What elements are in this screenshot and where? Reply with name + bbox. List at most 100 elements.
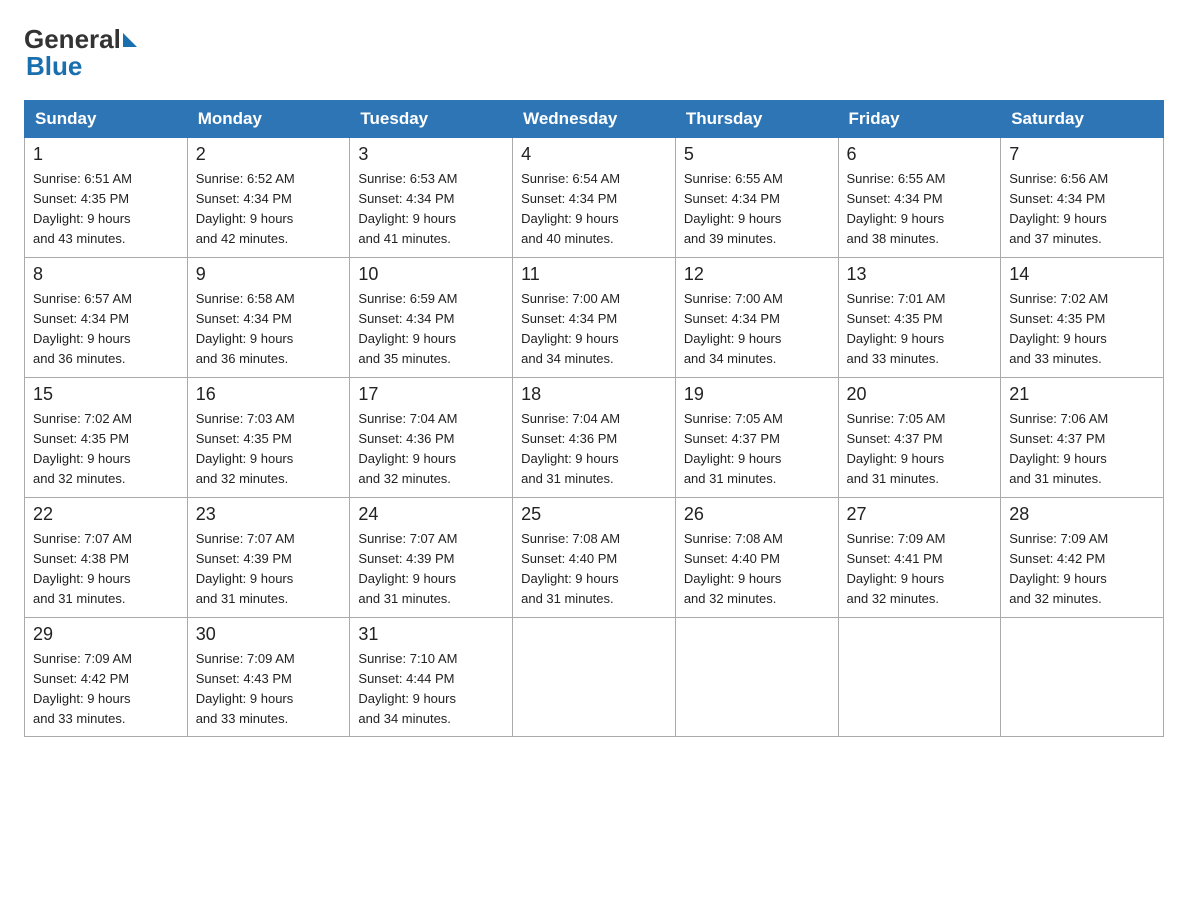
day-info: Sunrise: 7:04 AMSunset: 4:36 PMDaylight:…: [358, 409, 504, 490]
weekday-header-sunday: Sunday: [25, 101, 188, 138]
calendar-cell: 7Sunrise: 6:56 AMSunset: 4:34 PMDaylight…: [1001, 138, 1164, 258]
calendar-cell: [675, 618, 838, 737]
weekday-header-tuesday: Tuesday: [350, 101, 513, 138]
day-number: 25: [521, 504, 667, 525]
day-info: Sunrise: 7:06 AMSunset: 4:37 PMDaylight:…: [1009, 409, 1155, 490]
day-number: 12: [684, 264, 830, 285]
calendar-cell: 9Sunrise: 6:58 AMSunset: 4:34 PMDaylight…: [187, 258, 350, 378]
weekday-header-thursday: Thursday: [675, 101, 838, 138]
calendar-cell: 1 Sunrise: 6:51 AMSunset: 4:35 PMDaylight…: [25, 138, 188, 258]
calendar-cell: 2 Sunrise: 6:52 AMSunset: 4:34 PMDaylight…: [187, 138, 350, 258]
weekday-header-row: SundayMondayTuesdayWednesdayThursdayFrid…: [25, 101, 1164, 138]
calendar-cell: 10Sunrise: 6:59 AMSunset: 4:34 PMDayligh…: [350, 258, 513, 378]
calendar-cell: 11 Sunrise: 7:00 AMSunset: 4:34 PMDayligh…: [513, 258, 676, 378]
day-info: Sunrise: 7:05 AMSunset: 4:37 PMDaylight:…: [684, 409, 830, 490]
day-info: Sunrise: 6:52 AMSunset: 4:34 PMDaylight:…: [196, 169, 342, 250]
weekday-header-saturday: Saturday: [1001, 101, 1164, 138]
day-number: 3: [358, 144, 504, 165]
calendar-cell: 13 Sunrise: 7:01 AMSunset: 4:35 PMDayligh…: [838, 258, 1001, 378]
day-info: Sunrise: 7:07 AMSunset: 4:38 PMDaylight:…: [33, 529, 179, 610]
day-number: 11: [521, 264, 667, 285]
day-info: Sunrise: 7:07 AMSunset: 4:39 PMDaylight:…: [358, 529, 504, 610]
day-info: Sunrise: 7:01 AMSunset: 4:35 PMDaylight:…: [847, 289, 993, 370]
day-number: 1: [33, 144, 179, 165]
logo-triangle-icon: [123, 33, 137, 47]
day-info: Sunrise: 7:05 AMSunset: 4:37 PMDaylight:…: [847, 409, 993, 490]
day-info: Sunrise: 6:51 AMSunset: 4:35 PMDaylight:…: [33, 169, 179, 250]
calendar-cell: 25 Sunrise: 7:08 AMSunset: 4:40 PMDayligh…: [513, 498, 676, 618]
calendar-cell: 5Sunrise: 6:55 AMSunset: 4:34 PMDaylight…: [675, 138, 838, 258]
day-info: Sunrise: 6:58 AMSunset: 4:34 PMDaylight:…: [196, 289, 342, 370]
day-info: Sunrise: 7:03 AMSunset: 4:35 PMDaylight:…: [196, 409, 342, 490]
day-number: 17: [358, 384, 504, 405]
day-info: Sunrise: 7:04 AMSunset: 4:36 PMDaylight:…: [521, 409, 667, 490]
day-number: 15: [33, 384, 179, 405]
day-number: 4: [521, 144, 667, 165]
weekday-header-monday: Monday: [187, 101, 350, 138]
day-info: Sunrise: 6:57 AMSunset: 4:34 PMDaylight:…: [33, 289, 179, 370]
calendar-cell: 12 Sunrise: 7:00 AMSunset: 4:34 PMDayligh…: [675, 258, 838, 378]
day-number: 18: [521, 384, 667, 405]
day-number: 13: [847, 264, 993, 285]
day-number: 21: [1009, 384, 1155, 405]
day-info: Sunrise: 7:09 AMSunset: 4:41 PMDaylight:…: [847, 529, 993, 610]
day-number: 2: [196, 144, 342, 165]
calendar-cell: 17 Sunrise: 7:04 AMSunset: 4:36 PMDayligh…: [350, 378, 513, 498]
calendar-cell: [838, 618, 1001, 737]
calendar-cell: 21 Sunrise: 7:06 AMSunset: 4:37 PMDayligh…: [1001, 378, 1164, 498]
day-info: Sunrise: 7:09 AMSunset: 4:42 PMDaylight:…: [33, 649, 179, 730]
day-number: 6: [847, 144, 993, 165]
day-number: 27: [847, 504, 993, 525]
weekday-header-friday: Friday: [838, 101, 1001, 138]
calendar-cell: 14Sunrise: 7:02 AMSunset: 4:35 PMDayligh…: [1001, 258, 1164, 378]
day-number: 20: [847, 384, 993, 405]
calendar-cell: 4 Sunrise: 6:54 AMSunset: 4:34 PMDaylight…: [513, 138, 676, 258]
calendar-week-row: 8 Sunrise: 6:57 AMSunset: 4:34 PMDaylight…: [25, 258, 1164, 378]
day-number: 23: [196, 504, 342, 525]
day-number: 8: [33, 264, 179, 285]
day-info: Sunrise: 7:00 AMSunset: 4:34 PMDaylight:…: [521, 289, 667, 370]
calendar-table: SundayMondayTuesdayWednesdayThursdayFrid…: [24, 100, 1164, 737]
calendar-body: 1 Sunrise: 6:51 AMSunset: 4:35 PMDaylight…: [25, 138, 1164, 737]
calendar-cell: 27 Sunrise: 7:09 AMSunset: 4:41 PMDayligh…: [838, 498, 1001, 618]
day-info: Sunrise: 7:08 AMSunset: 4:40 PMDaylight:…: [521, 529, 667, 610]
day-number: 22: [33, 504, 179, 525]
day-number: 26: [684, 504, 830, 525]
day-info: Sunrise: 6:55 AMSunset: 4:34 PMDaylight:…: [684, 169, 830, 250]
calendar-cell: 20 Sunrise: 7:05 AMSunset: 4:37 PMDayligh…: [838, 378, 1001, 498]
logo: General Blue: [24, 24, 139, 82]
calendar-cell: 6 Sunrise: 6:55 AMSunset: 4:34 PMDaylight…: [838, 138, 1001, 258]
day-info: Sunrise: 7:02 AMSunset: 4:35 PMDaylight:…: [33, 409, 179, 490]
day-number: 31: [358, 624, 504, 645]
calendar-cell: [513, 618, 676, 737]
day-number: 19: [684, 384, 830, 405]
day-number: 14: [1009, 264, 1155, 285]
day-number: 29: [33, 624, 179, 645]
calendar-week-row: 1 Sunrise: 6:51 AMSunset: 4:35 PMDaylight…: [25, 138, 1164, 258]
day-info: Sunrise: 7:00 AMSunset: 4:34 PMDaylight:…: [684, 289, 830, 370]
calendar-week-row: 29 Sunrise: 7:09 AMSunset: 4:42 PMDayligh…: [25, 618, 1164, 737]
day-number: 30: [196, 624, 342, 645]
day-number: 16: [196, 384, 342, 405]
day-info: Sunrise: 6:53 AMSunset: 4:34 PMDaylight:…: [358, 169, 504, 250]
day-number: 24: [358, 504, 504, 525]
day-info: Sunrise: 7:09 AMSunset: 4:42 PMDaylight:…: [1009, 529, 1155, 610]
day-info: Sunrise: 7:08 AMSunset: 4:40 PMDaylight:…: [684, 529, 830, 610]
calendar-cell: 26 Sunrise: 7:08 AMSunset: 4:40 PMDayligh…: [675, 498, 838, 618]
day-number: 7: [1009, 144, 1155, 165]
day-info: Sunrise: 6:55 AMSunset: 4:34 PMDaylight:…: [847, 169, 993, 250]
day-info: Sunrise: 7:07 AMSunset: 4:39 PMDaylight:…: [196, 529, 342, 610]
calendar-cell: 3 Sunrise: 6:53 AMSunset: 4:34 PMDaylight…: [350, 138, 513, 258]
day-info: Sunrise: 7:09 AMSunset: 4:43 PMDaylight:…: [196, 649, 342, 730]
calendar-cell: 30 Sunrise: 7:09 AMSunset: 4:43 PMDayligh…: [187, 618, 350, 737]
calendar-cell: 31Sunrise: 7:10 AMSunset: 4:44 PMDayligh…: [350, 618, 513, 737]
calendar-cell: 23 Sunrise: 7:07 AMSunset: 4:39 PMDayligh…: [187, 498, 350, 618]
weekday-header-wednesday: Wednesday: [513, 101, 676, 138]
logo-blue-text: Blue: [26, 51, 82, 82]
calendar-cell: 15 Sunrise: 7:02 AMSunset: 4:35 PMDayligh…: [25, 378, 188, 498]
calendar-cell: 16 Sunrise: 7:03 AMSunset: 4:35 PMDayligh…: [187, 378, 350, 498]
calendar-week-row: 15 Sunrise: 7:02 AMSunset: 4:35 PMDayligh…: [25, 378, 1164, 498]
day-info: Sunrise: 6:54 AMSunset: 4:34 PMDaylight:…: [521, 169, 667, 250]
calendar-cell: 28Sunrise: 7:09 AMSunset: 4:42 PMDayligh…: [1001, 498, 1164, 618]
day-number: 10: [358, 264, 504, 285]
